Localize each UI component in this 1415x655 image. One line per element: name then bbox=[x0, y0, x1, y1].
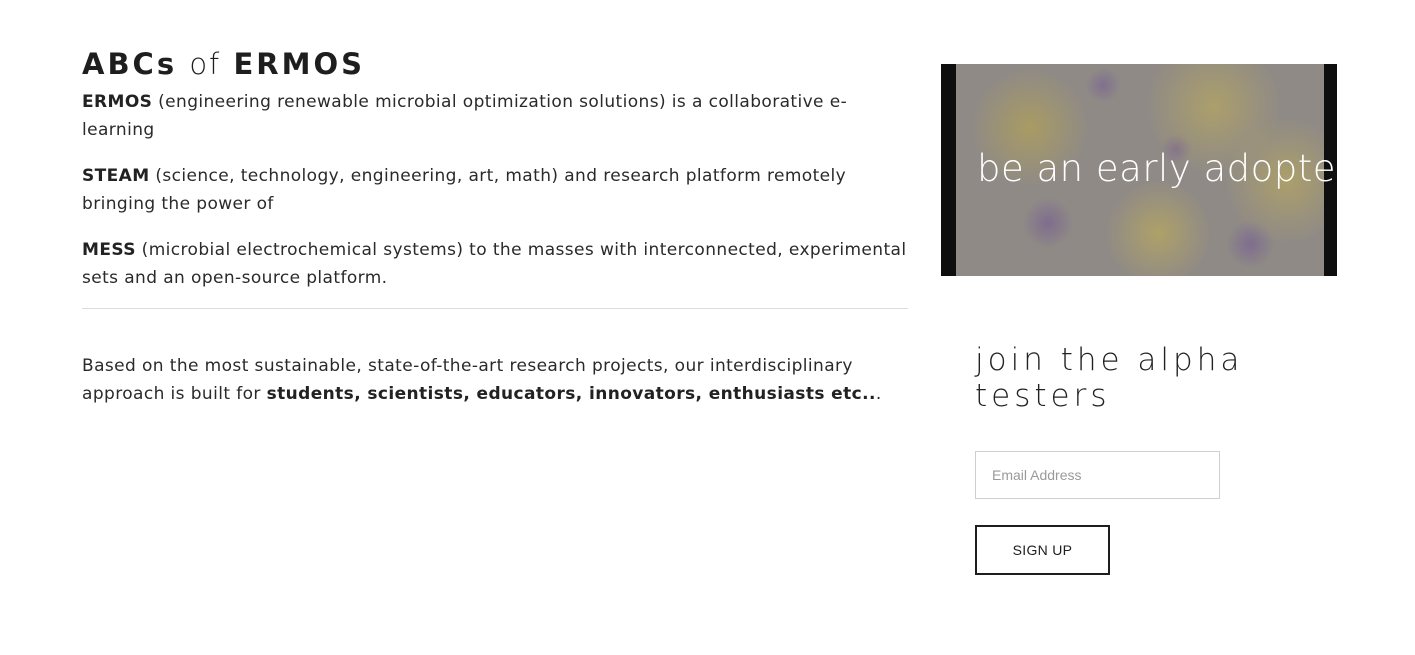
early-adopter-banner[interactable]: be an early adopter bbox=[941, 64, 1337, 276]
title-ermos: ERMOS bbox=[233, 47, 366, 81]
page-title: ABCs of ERMOS bbox=[82, 44, 908, 84]
approach-end: . bbox=[875, 384, 882, 404]
section-divider bbox=[82, 308, 908, 309]
steam-definition: STEAM (science, technology, engineering,… bbox=[82, 162, 908, 218]
approach-section: Based on the most sustainable, state-of-… bbox=[82, 352, 908, 426]
banner-text: be an early adopter bbox=[977, 147, 1337, 190]
title-abcs: ABCs bbox=[82, 47, 178, 81]
approach-audience: students, scientists, educators, innovat… bbox=[266, 384, 876, 404]
mess-definition: MESS (microbial electrochemical systems)… bbox=[82, 236, 908, 292]
signup-title: join the alpha testers bbox=[975, 342, 1244, 414]
mess-text: (microbial electrochemical systems) to t… bbox=[82, 240, 907, 288]
signup-button[interactable]: SIGN UP bbox=[975, 525, 1110, 575]
ermos-definition: ERMOS (engineering renewable microbial o… bbox=[82, 88, 908, 144]
title-of: of bbox=[189, 47, 222, 81]
email-input[interactable] bbox=[975, 451, 1220, 499]
abcs-section: ABCs of ERMOS ERMOS (engineering renewab… bbox=[82, 44, 908, 310]
steam-term: STEAM bbox=[82, 166, 150, 186]
ermos-text: (engineering renewable microbial optimiz… bbox=[82, 92, 848, 140]
approach-paragraph: Based on the most sustainable, state-of-… bbox=[82, 352, 908, 408]
steam-text: (science, technology, engineering, art, … bbox=[82, 166, 847, 214]
mess-term: MESS bbox=[82, 240, 136, 260]
ermos-term: ERMOS bbox=[82, 92, 153, 112]
